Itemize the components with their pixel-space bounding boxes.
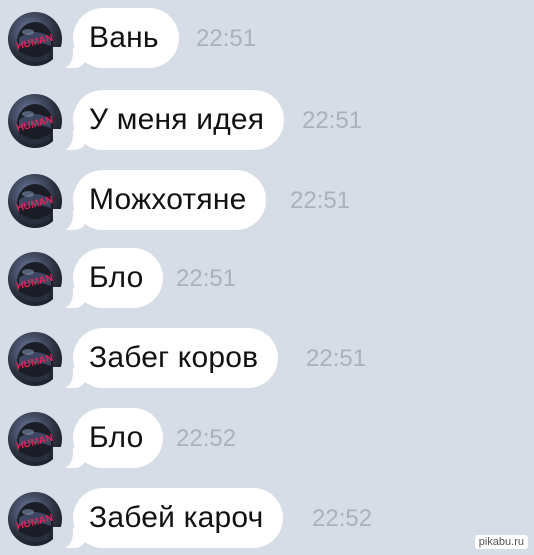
message-row: HUMAN Бло 22:51 (0, 246, 534, 312)
message-text: Забей кароч (89, 501, 264, 534)
watermark: pikabu.ru (474, 535, 528, 549)
message-bubble[interactable]: Забей кароч (52, 488, 284, 549)
message-row: HUMAN Можхотяне 22:51 (0, 168, 534, 234)
message-time: 22:51 (302, 107, 363, 134)
message-row: HUMAN Вань 22:51 (0, 6, 534, 72)
message-text: Можхотяне (89, 183, 247, 216)
message-time: 22:51 (306, 345, 367, 372)
message-bubble[interactable]: У меня идея (52, 90, 285, 151)
message-row: HUMAN У меня идея 22:51 (0, 88, 534, 154)
message-time: 22:51 (196, 25, 257, 52)
message-text: Забег коров (89, 341, 259, 374)
message-text: Вань (89, 21, 159, 54)
message-bubble[interactable]: Бло (52, 408, 164, 469)
message-row: HUMAN Забей кароч 22:52 (0, 486, 534, 552)
message-bubble[interactable]: Вань (53, 8, 179, 69)
message-row: HUMAN Бло 22:52 (0, 406, 534, 472)
message-bubble[interactable]: Бло (52, 248, 164, 309)
message-bubble[interactable]: Забег коров (52, 328, 279, 389)
message-text: У меня идея (89, 103, 265, 136)
message-time: 22:51 (176, 265, 237, 292)
message-time: 22:52 (312, 505, 373, 532)
message-text: Бло (89, 421, 144, 454)
message-bubble[interactable]: Можхотяне (52, 170, 267, 231)
message-time: 22:52 (176, 425, 237, 452)
message-text: Бло (89, 261, 144, 294)
message-row: HUMAN Забег коров 22:51 (0, 326, 534, 392)
chat-window: HUMAN Вань 22:51 HUMAN У меня идея 22:51 (0, 0, 534, 555)
message-time: 22:51 (290, 187, 351, 214)
